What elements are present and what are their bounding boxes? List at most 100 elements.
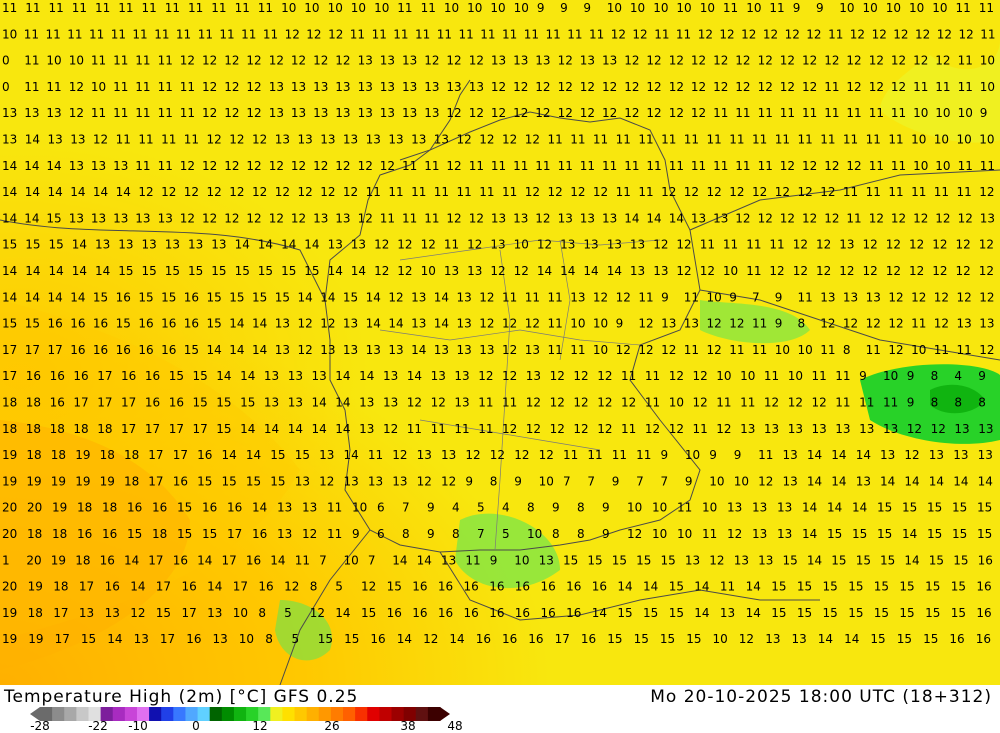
temperature-value: 15 bbox=[2, 238, 17, 252]
temperature-value: 16 bbox=[489, 580, 504, 594]
temperature-value: 12 bbox=[502, 133, 517, 147]
temperature-value: 15 bbox=[977, 527, 992, 541]
temperature-value: 12 bbox=[979, 290, 994, 304]
temperature-value: 11 bbox=[570, 343, 585, 357]
temperature-value: 13 bbox=[69, 159, 84, 173]
temperature-value: 15 bbox=[156, 606, 171, 620]
temperature-value: 11 bbox=[798, 290, 813, 304]
temperature-value: 11 bbox=[820, 133, 835, 147]
temperature-value: 13 bbox=[535, 54, 550, 68]
temperature-value: 15 bbox=[93, 290, 108, 304]
temperature-value: 13 bbox=[313, 106, 328, 120]
temperature-value: 18 bbox=[50, 422, 65, 436]
temperature-value: 12 bbox=[479, 133, 494, 147]
temperature-value: 16 bbox=[102, 527, 117, 541]
map-canvas: 11 11 11 11 11 11 11 11 11 11 11 11 10 10 10 10 10 11 11 10… bbox=[0, 0, 1000, 685]
temperature-value: 14 bbox=[2, 211, 17, 225]
colorbar-swatch bbox=[149, 707, 162, 721]
temperature-value: 12 bbox=[843, 317, 858, 331]
temperature-value: 12 bbox=[298, 185, 313, 199]
temperature-value: 11 bbox=[402, 159, 417, 173]
temperature-value: 12 bbox=[383, 422, 398, 436]
temperature-value: 15 bbox=[563, 553, 578, 567]
temperature-value: 12 bbox=[306, 27, 321, 41]
temperature-value: 20 bbox=[2, 580, 17, 594]
temperature-value: 11 bbox=[866, 343, 881, 357]
temperature-value: 12 bbox=[979, 264, 994, 278]
temperature-value: 15 bbox=[925, 580, 940, 594]
temperature-value: 11 bbox=[843, 133, 858, 147]
temperature-value: 11 bbox=[746, 238, 761, 252]
temperature-value: 12 bbox=[872, 27, 887, 41]
temperature-value: 13 bbox=[302, 501, 317, 515]
temperature-value: 12 bbox=[632, 27, 647, 41]
temperature-value: 11 bbox=[478, 396, 493, 410]
temperature-value: 19 bbox=[26, 474, 41, 488]
temperature-value: 12 bbox=[269, 211, 284, 225]
temperature-value: 9 bbox=[537, 1, 545, 15]
temperature-value: 12 bbox=[735, 211, 750, 225]
temperature-value: 17 bbox=[2, 369, 17, 383]
temperature-value: 12 bbox=[490, 448, 505, 462]
temperature-value: 10 bbox=[713, 632, 728, 646]
temperature-value: 19 bbox=[28, 580, 43, 594]
temperature-value: 13 bbox=[431, 369, 446, 383]
temperature-value: 11 bbox=[444, 238, 459, 252]
temperature-value: 12 bbox=[713, 54, 728, 68]
temperature-value: 8 bbox=[954, 396, 962, 410]
temperature-value: 10 bbox=[677, 527, 692, 541]
temperature-value: 15 bbox=[797, 580, 812, 594]
temperature-value: 17 bbox=[156, 580, 171, 594]
colorbar-swatch bbox=[379, 707, 393, 721]
temperature-value: 15 bbox=[202, 527, 217, 541]
temperature-value: 13 bbox=[69, 211, 84, 225]
temperature-value: 17 bbox=[148, 553, 163, 567]
temperature-value: 12 bbox=[302, 527, 317, 541]
temperature-value: 11 bbox=[24, 80, 39, 94]
temperature-value: 12 bbox=[469, 211, 484, 225]
temperature-value: 18 bbox=[26, 396, 41, 410]
temperature-value: 12 bbox=[707, 185, 722, 199]
temperature-value: 12 bbox=[291, 54, 306, 68]
temperature-value: 16 bbox=[581, 632, 596, 646]
temperature-value: 12 bbox=[661, 185, 676, 199]
temperature-value: 12 bbox=[514, 264, 529, 278]
temperature-value: 11 bbox=[677, 501, 692, 515]
temperature-value: 9 bbox=[602, 527, 610, 541]
temperature-value: 12 bbox=[421, 238, 436, 252]
temperature-value: 13 bbox=[366, 343, 381, 357]
temperature-value: 15 bbox=[617, 606, 632, 620]
temperature-value: 12 bbox=[846, 54, 861, 68]
temperature-value: 17 bbox=[97, 369, 112, 383]
temperature-value: 13 bbox=[113, 159, 128, 173]
temperature-value: 12 bbox=[616, 290, 631, 304]
temperature-value: 11 bbox=[707, 133, 722, 147]
temperature-value: 12 bbox=[246, 159, 261, 173]
temperature-value: 17 bbox=[182, 606, 197, 620]
temperature-value: 9 bbox=[661, 290, 669, 304]
temperature-value: 16 bbox=[105, 580, 120, 594]
temperature-value: 11 bbox=[700, 238, 715, 252]
temperature-value: 13 bbox=[383, 369, 398, 383]
temperature-value: 10 bbox=[669, 396, 684, 410]
temperature-value: 11 bbox=[113, 54, 128, 68]
temperature-value: 15 bbox=[161, 290, 176, 304]
temperature-value: 18 bbox=[2, 422, 17, 436]
temperature-value: 11 bbox=[113, 106, 128, 120]
temperature-value: 12 bbox=[824, 54, 839, 68]
temperature-value: 12 bbox=[863, 264, 878, 278]
temperature-value: 13 bbox=[313, 211, 328, 225]
temperature-value: 10 bbox=[239, 632, 254, 646]
temperature-value: 12 bbox=[328, 27, 343, 41]
temperature-value: 12 bbox=[959, 27, 974, 41]
temperature-value: 14 bbox=[417, 553, 432, 567]
temperature-value: 13 bbox=[661, 317, 676, 331]
temperature-value: 13 bbox=[467, 264, 482, 278]
temperature-value: 12 bbox=[593, 290, 608, 304]
temperature-value: 13 bbox=[313, 80, 328, 94]
temperature-value: 11 bbox=[535, 159, 550, 173]
temperature-value: 11 bbox=[135, 106, 150, 120]
temperature-value: 14 bbox=[197, 553, 212, 567]
temperature-value: 11 bbox=[883, 396, 898, 410]
temperature-value: 11 bbox=[713, 106, 728, 120]
